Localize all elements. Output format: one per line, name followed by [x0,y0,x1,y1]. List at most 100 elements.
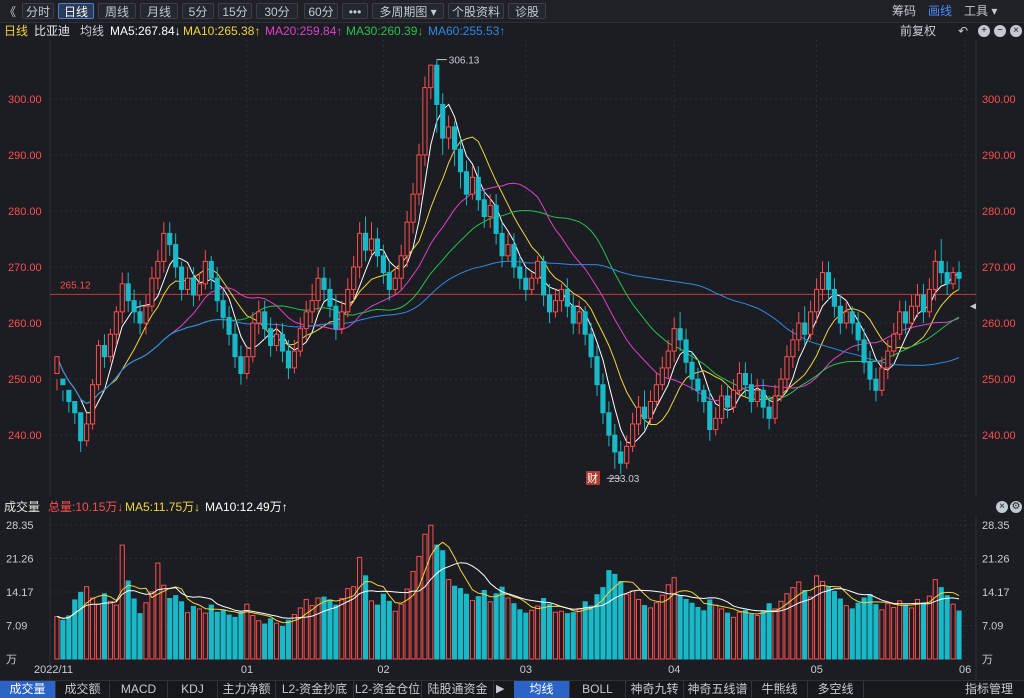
volume-bar[interactable] [398,603,404,660]
candle-down[interactable] [321,277,327,290]
candle-up[interactable] [428,64,434,89]
volume-bar[interactable] [903,604,909,660]
volume-bar[interactable] [885,603,891,660]
volume-bar[interactable] [564,613,570,660]
candle-up[interactable] [624,445,630,464]
candle-down[interactable] [190,277,197,296]
volume-bar[interactable] [855,602,861,660]
candle-up[interactable] [339,311,345,330]
candle-up[interactable] [653,384,659,403]
back-icon[interactable]: 《 [4,3,16,20]
volume-bar[interactable] [475,596,481,660]
candle-down[interactable] [541,260,547,296]
candle-up[interactable] [351,266,357,290]
volume-bar[interactable] [944,595,950,660]
candle-down[interactable] [279,333,286,352]
volume-bar[interactable] [54,615,60,660]
volume-bar[interactable] [558,610,564,660]
candle-up[interactable] [914,294,921,307]
volume-bar[interactable] [386,600,392,660]
candle-up[interactable] [107,333,113,358]
candle-up[interactable] [730,389,737,408]
candle-down[interactable] [707,401,713,431]
candle-down[interactable] [618,451,624,464]
candle-up[interactable] [719,395,725,419]
volume-bar[interactable] [125,580,131,660]
volume-bar[interactable] [392,610,398,660]
candle-down[interactable] [683,339,689,363]
volume-bar[interactable] [879,609,885,660]
candle-up[interactable] [713,417,719,431]
candle-down[interactable] [137,311,143,324]
candle-down[interactable] [386,272,392,290]
candle-down[interactable] [208,260,214,279]
volume-bar[interactable] [232,616,238,660]
candle-up[interactable] [84,423,90,442]
candle-down[interactable] [867,361,873,380]
volume-bar[interactable] [345,588,351,660]
volume-bar[interactable] [505,597,511,660]
volume-bar[interactable] [374,604,381,660]
candle-down[interactable] [333,305,339,330]
zoom-in-icon[interactable]: + [978,25,990,37]
candle-down[interactable] [837,305,843,324]
toolbar-button-9[interactable]: 多周期图 ▾ [372,3,444,19]
candle-down[interactable] [938,260,944,274]
volume-bar[interactable] [511,603,517,660]
candle-up[interactable] [552,300,559,313]
volume-bar[interactable] [149,591,155,660]
indicator-tab-3[interactable]: KDJ [168,681,218,698]
volume-bar[interactable] [719,608,725,660]
candle-up[interactable] [303,311,309,330]
candle-down[interactable] [606,412,612,436]
volume-bar[interactable] [416,555,422,660]
candle-down[interactable] [641,406,648,419]
candle-down[interactable] [594,356,600,386]
volume-bar[interactable] [861,597,867,660]
volume-bar[interactable] [297,607,303,660]
volume-bar[interactable] [873,604,879,660]
candle-up[interactable] [736,373,743,391]
volume-bar[interactable] [867,594,873,660]
candle-down[interactable] [564,288,570,307]
zoom-out-icon[interactable]: − [994,25,1006,37]
candle-down[interactable] [440,103,446,139]
volume-bar[interactable] [202,612,208,660]
indicator-tab-7[interactable]: 陆股通资金 [422,681,494,698]
candle-down[interactable] [760,389,766,408]
volume-bar[interactable] [303,598,309,660]
candle-up[interactable] [505,244,511,257]
indicator-tab-0[interactable]: 成交量 [0,681,56,698]
volume-bar[interactable] [380,593,386,660]
candle-up[interactable] [535,260,541,279]
volume-bar[interactable] [250,615,256,660]
toolbar-button-0[interactable]: 分时 [22,3,54,19]
volume-bar[interactable] [333,604,339,660]
volume-bar[interactable] [932,579,938,660]
candle-down[interactable] [523,277,529,290]
candle-down[interactable] [742,373,748,386]
volume-bar[interactable] [256,620,262,660]
candle-down[interactable] [463,171,470,195]
candle-up[interactable] [273,333,280,346]
overlay-tab-0[interactable]: 均线 [514,681,570,698]
candle-up[interactable] [357,232,363,268]
candle-up[interactable] [671,328,677,352]
volume-bar[interactable] [730,616,737,660]
candle-up[interactable] [576,311,582,324]
volume-close-icon[interactable]: × [996,501,1008,513]
candle-down[interactable] [944,272,950,285]
candle-down[interactable] [327,288,333,307]
volume-bar[interactable] [659,594,665,660]
candle-down[interactable] [232,333,238,358]
candle-down[interactable] [214,277,220,302]
volume-bar[interactable] [891,606,897,660]
candle-down[interactable] [677,328,683,341]
candle-up[interactable] [345,288,351,313]
volume-bar[interactable] [362,575,369,660]
avg-label[interactable]: 均线 [80,22,104,40]
candle-up[interactable] [819,272,826,290]
toolbar-button-4[interactable]: 5分 [182,3,214,19]
candle-down[interactable] [725,395,731,408]
candle-up[interactable] [487,204,493,218]
